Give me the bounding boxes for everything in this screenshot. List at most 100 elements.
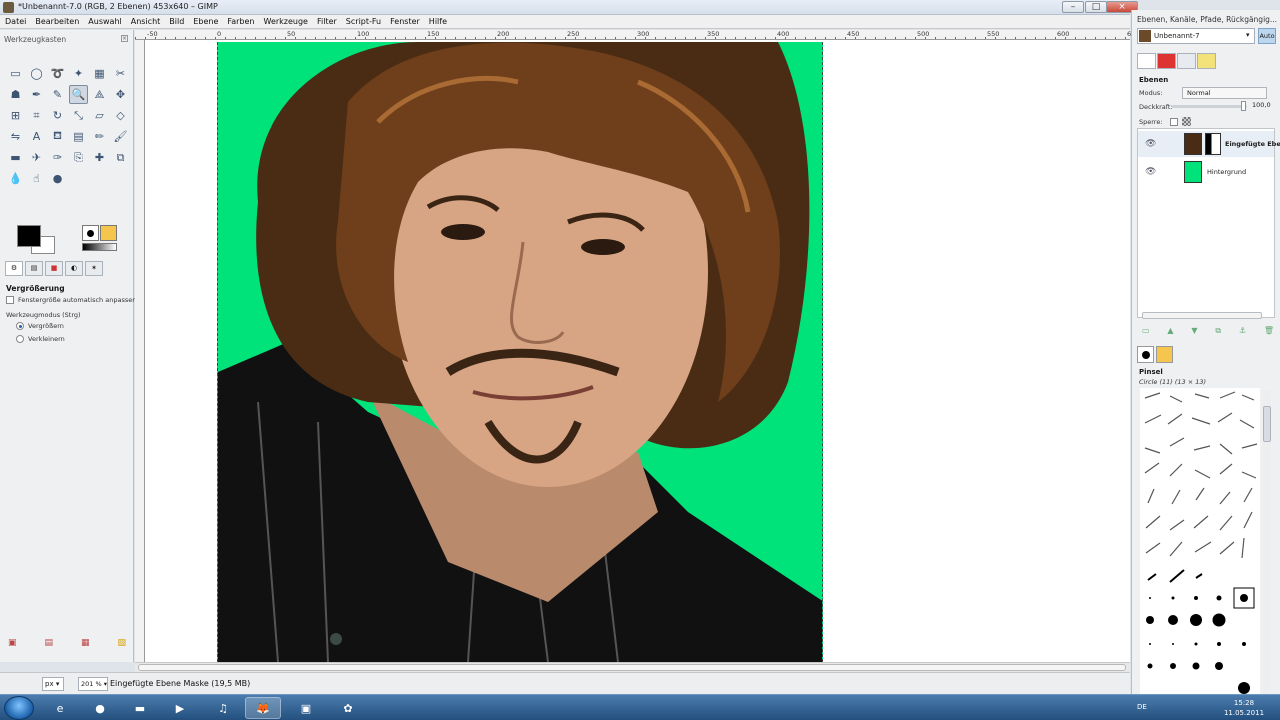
- language-indicator[interactable]: DE: [1137, 703, 1147, 711]
- layer-list-scrollbar[interactable]: [1142, 312, 1262, 319]
- auto-resize-option[interactable]: Fenstergröße automatisch anpassen: [6, 296, 136, 304]
- layer-row[interactable]: 👁 Hintergrund: [1138, 159, 1274, 185]
- mode-select[interactable]: Normal: [1182, 87, 1267, 99]
- menu-ansicht[interactable]: Ansicht: [131, 15, 161, 28]
- tab-device-status[interactable]: ▤: [25, 261, 43, 276]
- maximize-button[interactable]: □: [1085, 1, 1107, 13]
- current-pattern-swatch[interactable]: [1156, 346, 1173, 363]
- horizontal-ruler[interactable]: -500501001502002503003504004505005506006…: [135, 30, 1209, 40]
- smudge-icon[interactable]: ☝: [27, 169, 46, 188]
- crop-icon[interactable]: ⌗: [27, 106, 46, 125]
- unit-select[interactable]: px ▾: [42, 677, 64, 691]
- active-gradient[interactable]: [82, 243, 117, 251]
- layer-row[interactable]: 👁 Eingefügte Ebene: [1138, 131, 1280, 157]
- zoom-in-radio[interactable]: [16, 322, 24, 330]
- auto-button[interactable]: Auto: [1258, 28, 1276, 44]
- itunes-taskbar-icon[interactable]: ♫: [205, 697, 241, 719]
- menu-filter[interactable]: Filter: [317, 15, 337, 28]
- blend-icon[interactable]: ▤: [69, 127, 88, 146]
- measure-icon[interactable]: ⟁: [90, 85, 109, 104]
- tab-undo[interactable]: ■: [45, 261, 63, 276]
- media-player-taskbar-icon[interactable]: ▶: [162, 697, 198, 719]
- fuzzy-select-icon[interactable]: ✦: [69, 64, 88, 83]
- foreground-select-icon[interactable]: ☗: [6, 85, 25, 104]
- start-button[interactable]: [4, 696, 34, 720]
- tab-undo-history[interactable]: [1197, 53, 1216, 69]
- opacity-slider-handle[interactable]: [1241, 101, 1246, 111]
- dodge-burn-icon[interactable]: ●: [48, 169, 67, 188]
- gimp-taskbar-icon[interactable]: 🦊: [245, 697, 281, 719]
- duplicate-layer-icon[interactable]: ⧉: [1215, 326, 1221, 336]
- toolbox-close-icon[interactable]: ×: [121, 35, 128, 42]
- anchor-layer-icon[interactable]: ⚓: [1239, 326, 1246, 336]
- delete-options-icon[interactable]: ▦: [81, 638, 90, 648]
- menu-script-fu[interactable]: Script-Fu: [346, 15, 381, 28]
- menu-hilfe[interactable]: Hilfe: [429, 15, 447, 28]
- menu-datei[interactable]: Datei: [5, 15, 26, 28]
- eye-icon[interactable]: 👁: [1145, 167, 1156, 177]
- tab-layers[interactable]: [1137, 53, 1156, 69]
- auto-resize-checkbox[interactable]: [6, 296, 14, 304]
- opacity-value[interactable]: 100,0: [1252, 101, 1271, 109]
- paths-icon[interactable]: ✒: [27, 85, 46, 104]
- scale-icon[interactable]: ⤡: [69, 106, 88, 125]
- color-select-icon[interactable]: ▦: [90, 64, 109, 83]
- menu-werkzeuge[interactable]: Werkzeuge: [264, 15, 308, 28]
- ink-icon[interactable]: ✑: [48, 148, 67, 167]
- menu-auswahl[interactable]: Auswahl: [88, 15, 121, 28]
- eye-icon[interactable]: 👁: [1145, 139, 1156, 149]
- paintbrush-icon[interactable]: 🖌: [111, 127, 130, 146]
- brush-grid[interactable]: [1140, 388, 1260, 694]
- menu-fenster[interactable]: Fenster: [390, 15, 420, 28]
- restore-options-icon[interactable]: ▤: [44, 638, 53, 648]
- raise-layer-icon[interactable]: ▲: [1167, 326, 1173, 336]
- menu-farben[interactable]: Farben: [227, 15, 254, 28]
- lower-layer-icon[interactable]: ▼: [1191, 326, 1197, 336]
- horizontal-scrollbar-thumb[interactable]: [138, 664, 1126, 671]
- bucket-fill-icon[interactable]: ⛾: [48, 127, 67, 146]
- scissors-icon[interactable]: ✂: [111, 64, 130, 83]
- zoom-select[interactable]: 201 % ▾: [78, 677, 108, 691]
- opacity-slider[interactable]: [1172, 105, 1247, 108]
- tab-images[interactable]: ◐: [65, 261, 83, 276]
- color-picker-icon[interactable]: ✎: [48, 85, 67, 104]
- foreground-color-swatch[interactable]: [17, 225, 41, 247]
- airbrush-icon[interactable]: ✈: [27, 148, 46, 167]
- paint-taskbar-icon[interactable]: ✿: [330, 697, 366, 719]
- flip-icon[interactable]: ⇋: [6, 127, 25, 146]
- image-canvas[interactable]: [217, 42, 823, 662]
- new-layer-icon[interactable]: ▭: [1142, 326, 1150, 336]
- heal-icon[interactable]: ✚: [90, 148, 109, 167]
- menu-ebene[interactable]: Ebene: [193, 15, 218, 28]
- lock-pixels-checkbox[interactable]: [1170, 118, 1178, 126]
- screen-capture-taskbar-icon[interactable]: ▣: [288, 697, 324, 719]
- zoom-in-option[interactable]: Vergrößern: [16, 322, 64, 330]
- image-selector[interactable]: Unbenannt-7 ▾: [1137, 28, 1255, 44]
- active-pattern[interactable]: [100, 225, 117, 241]
- firefox-taskbar-icon[interactable]: ●: [82, 697, 118, 719]
- menu-bearbeiten[interactable]: Bearbeiten: [35, 15, 79, 28]
- fg-bg-colors[interactable]: [17, 225, 57, 257]
- ie-taskbar-icon[interactable]: e: [42, 697, 78, 719]
- blur-icon[interactable]: 💧: [6, 169, 25, 188]
- brush-grid-scrollbar[interactable]: [1263, 390, 1271, 694]
- clone-icon[interactable]: ⎘: [69, 148, 88, 167]
- reset-options-icon[interactable]: ▧: [117, 638, 126, 648]
- eraser-icon[interactable]: ▬: [6, 148, 25, 167]
- align-icon[interactable]: ⊞: [6, 106, 25, 125]
- tab-tool-options[interactable]: ⚙: [5, 261, 23, 276]
- lock-alpha-icon[interactable]: [1182, 117, 1191, 126]
- rotate-icon[interactable]: ↻: [48, 106, 67, 125]
- minimize-button[interactable]: –: [1062, 1, 1084, 13]
- shear-icon[interactable]: ▱: [90, 106, 109, 125]
- text-icon[interactable]: A: [27, 127, 46, 146]
- tab-channels[interactable]: [1157, 53, 1176, 69]
- tab-brushes[interactable]: ✶: [85, 261, 103, 276]
- delete-layer-icon[interactable]: 🗑: [1264, 326, 1274, 336]
- ellipse-select-icon[interactable]: ◯: [27, 64, 46, 83]
- tab-paths[interactable]: [1177, 53, 1196, 69]
- save-options-icon[interactable]: ▣: [8, 638, 17, 648]
- zoom-icon[interactable]: 🔍: [69, 85, 88, 104]
- current-brush-swatch[interactable]: [1137, 346, 1154, 363]
- active-brush[interactable]: [82, 225, 99, 241]
